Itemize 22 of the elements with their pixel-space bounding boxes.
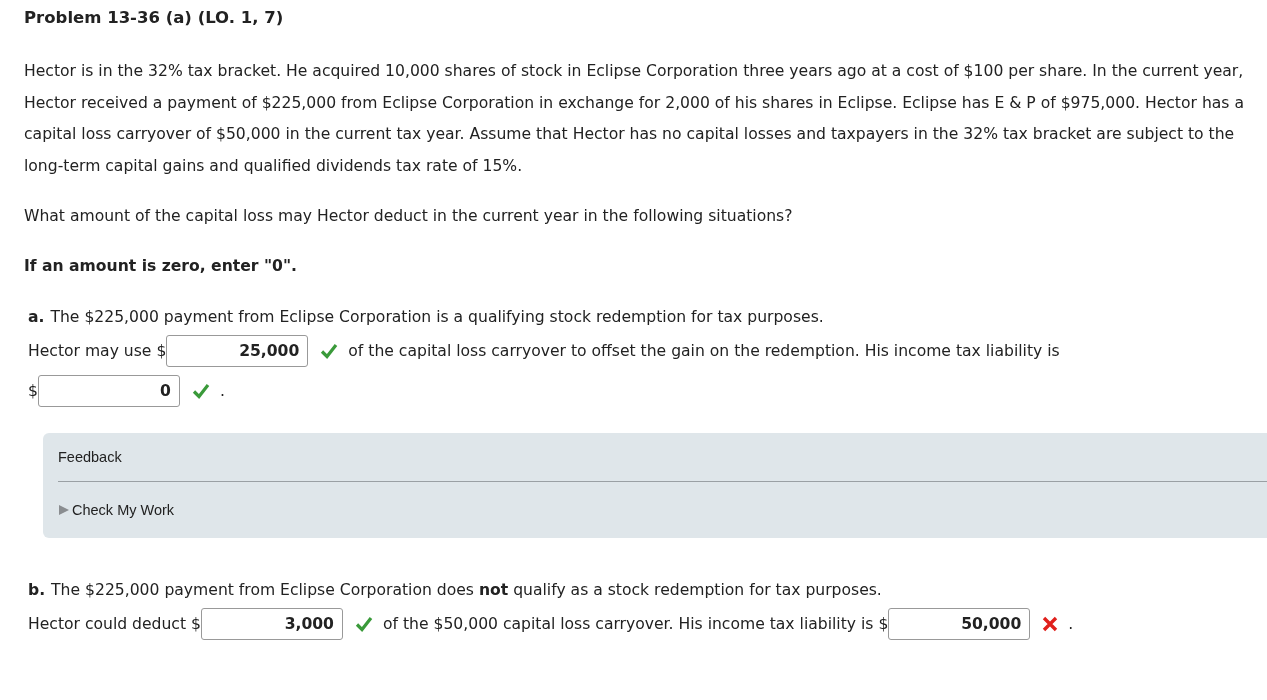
problem-text: What amount of the capital loss may Hector deduct in the current year in the following situations? [24,206,794,227]
part-prompt: The $225,000 payment from Eclipse Corporation does not qualify as a stock redemption for tax purposes. [51,580,882,599]
answer-text: $ [28,381,38,400]
answer-box[interactable]: 25,000 [166,335,309,367]
check-my-work-toggle[interactable]: Check My Work [58,499,175,520]
triangle-icon [58,503,70,516]
answer-text: of the capital loss carryover to offset the gain on the redemption. His income tax liability is [348,341,1060,360]
problem-text: Hector is in the 32% tax bracket. He acquired 10,000 shares of stock in Eclipse Corporation three years ago at a cost of $100 per share. In the current year, Hector received a payment of $225,000 from Eclipse Corporation in exchange for 2,000 of his shares in Eclipse. Eclipse has E & P of $975,000. Hector has a capital loss carryover of $50,000 in the current tax year. Assume that Hector has no capital losses and taxpayers in the 32% tax bracket are subject to the long-term capital gains and qualified dividends tax rate of 15%. [24,61,1245,177]
answer-text: . [219,381,225,400]
answer-text: Hector could deduct $ [28,614,201,633]
answer-box[interactable]: 3,000 [200,608,343,640]
answer-box[interactable]: 0 [37,375,180,407]
part-prompt: The $225,000 payment from Eclipse Corporation is a qualifying stock redemption for tax purposes. [50,307,824,326]
answer-text: . [1068,614,1074,633]
answer-text: Hector may use $ [28,341,167,360]
problem-title: Problem 13-36 (a) (LO. 1, 7) [24,7,285,29]
feedback-title: Feedback [58,447,123,467]
instruction-text: If an amount is zero, enter "0". [24,255,298,277]
part-label: a. [28,307,45,326]
part-label: b. [28,580,46,599]
answer-box[interactable]: 50,000 [888,608,1031,640]
answer-text: of the $50,000 capital loss carryover. His income tax liability is $ [382,614,889,633]
